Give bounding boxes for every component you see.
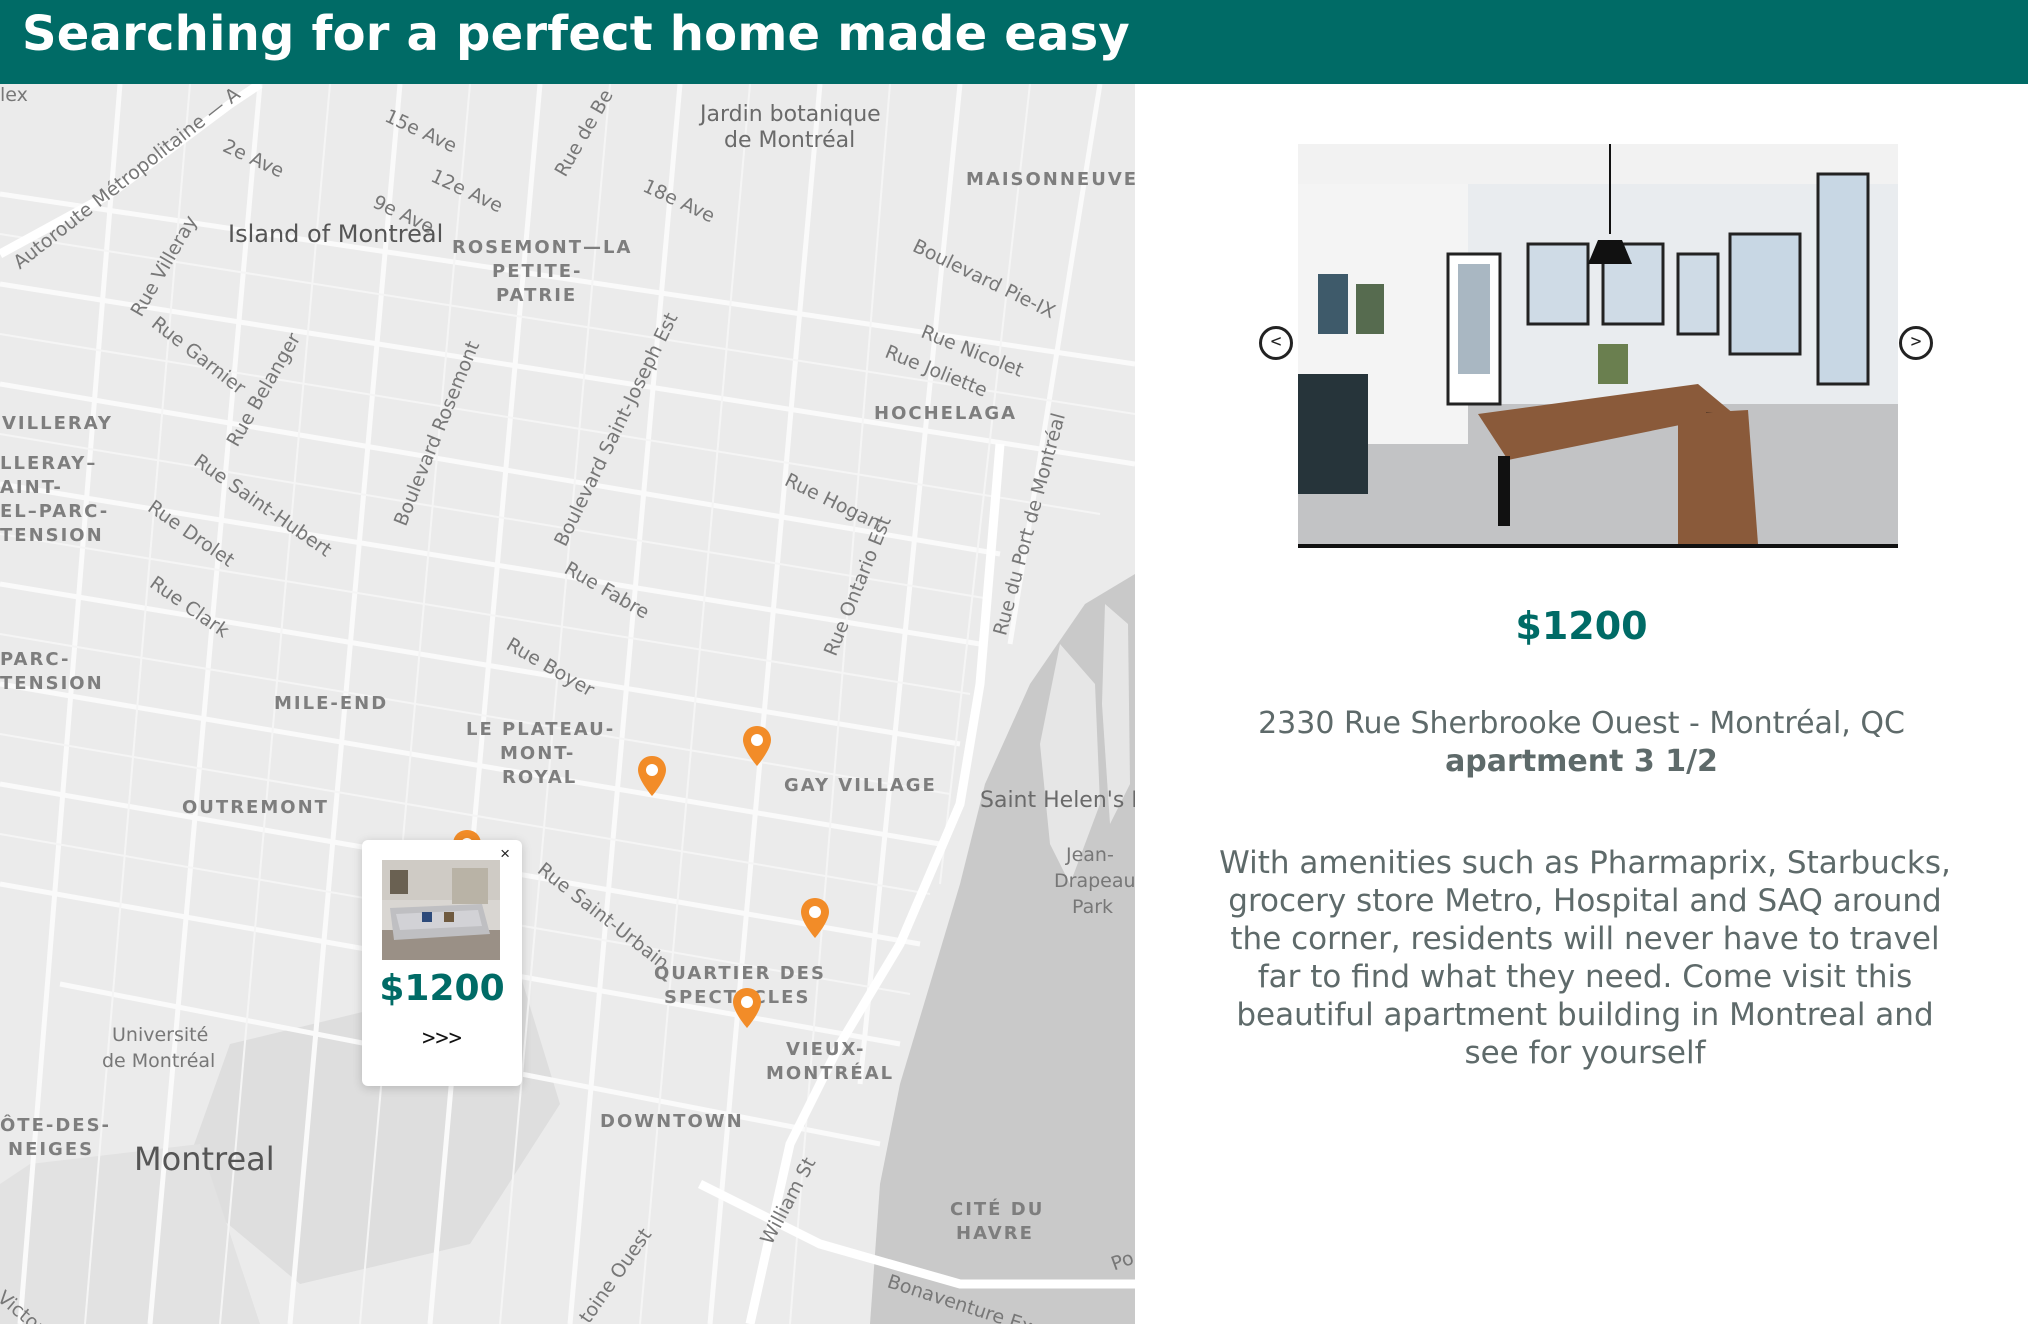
map-label: ÔTE-DES- (0, 1115, 112, 1136)
listing-pin[interactable] (635, 754, 669, 800)
prev-photo-button[interactable]: < (1259, 326, 1293, 360)
listing-popup[interactable]: × $1200 >>> (362, 840, 522, 1086)
map-label: Park (1072, 896, 1114, 918)
map-label: CITÉ DU (950, 1199, 1045, 1220)
map-label: PARC- (0, 649, 71, 670)
map-label: LE PLATEAU- (466, 719, 616, 740)
listing-pin[interactable] (798, 896, 832, 942)
listing-address: 2330 Rue Sherbrooke Ouest - Montréal, QC (1258, 706, 1905, 741)
map-label: LLERAY– (0, 453, 98, 474)
map-label: EL–PARC- (0, 501, 110, 522)
listing-price: $1200 (1515, 604, 1648, 648)
map-label: HAVRE (956, 1223, 1034, 1244)
map-label: TENSION (0, 673, 104, 694)
map-label: MAISONNEUVE (966, 169, 1135, 190)
listing-description: With amenities such as Pharmaprix, Starb… (1219, 845, 1951, 1071)
map-label: lex (0, 84, 28, 106)
map-label: MONTRÉAL (766, 1063, 895, 1084)
close-icon[interactable]: × (500, 844, 510, 864)
map-label: Saint Helen's I (980, 788, 1135, 813)
map-label: Jean- (1066, 844, 1114, 866)
map[interactable]: lex 15e Ave Rue de Be Jardin botanique d… (0, 84, 1135, 1324)
map-label: ROYAL (502, 767, 578, 788)
page-title: Searching for a perfect home made easy (22, 6, 1130, 62)
map-label: PETITE- (492, 261, 583, 282)
map-label: Montreal (134, 1140, 275, 1178)
listing-thumbnail[interactable] (382, 860, 500, 960)
listing-type: apartment 3 1/2 (1445, 744, 1718, 779)
page-header: Searching for a perfect home made easy (0, 0, 2028, 84)
map-label: VILLERAY (2, 413, 113, 434)
map-label: VIEUX- (786, 1039, 866, 1060)
map-label: Island of Montreal (228, 220, 444, 248)
map-label: TENSION (0, 525, 104, 546)
map-label: Drapeau (1054, 870, 1135, 892)
map-label: AINT- (0, 477, 63, 498)
listing-detail: < > $1200 2330 Rue Sherbrooke Ouest - Mo… (1135, 84, 2028, 1324)
listing-pin[interactable] (740, 724, 774, 770)
map-label: PATRIE (496, 285, 578, 306)
next-photo-button[interactable]: > (1899, 326, 1933, 360)
map-label: ROSEMONT—LA (452, 237, 633, 258)
map-label: de Montréal (724, 128, 856, 153)
map-label: HOCHELAGA (874, 403, 1018, 424)
map-label: MILE-END (274, 693, 389, 714)
map-label: GAY VILLAGE (784, 775, 937, 796)
map-label: Jardin botanique (700, 102, 881, 127)
listing-pin[interactable] (730, 986, 764, 1032)
map-label: NEIGES (8, 1139, 95, 1160)
popup-price: $1200 (379, 968, 505, 1009)
listing-photo (1298, 144, 1898, 548)
map-label: Université (112, 1024, 209, 1046)
map-label: MONT- (500, 743, 576, 764)
map-label: DOWNTOWN (600, 1111, 744, 1132)
popup-more-link[interactable]: >>> (362, 1026, 522, 1051)
map-label: QUARTIER DES (654, 963, 826, 984)
map-label: OUTREMONT (182, 797, 329, 818)
map-label: de Montréal (102, 1050, 216, 1072)
